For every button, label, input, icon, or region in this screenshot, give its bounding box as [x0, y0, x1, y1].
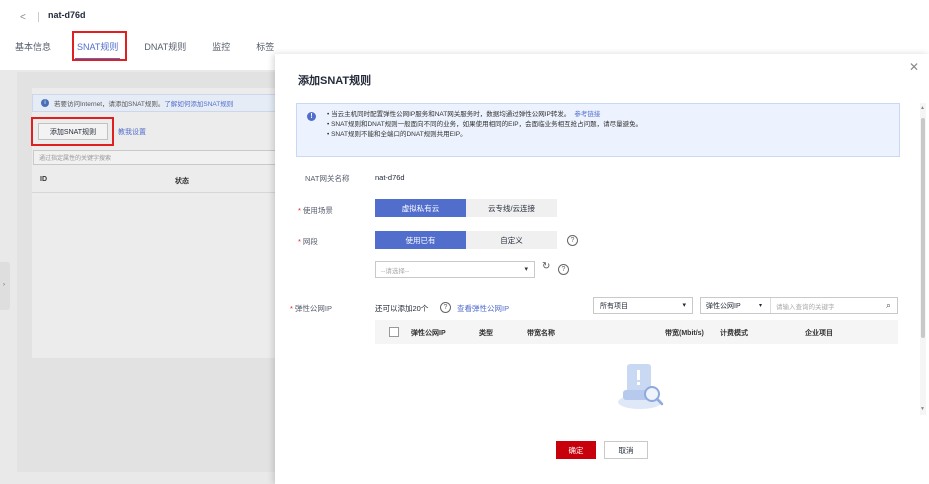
tab-dnat-rules[interactable]: DNAT规则: [142, 38, 188, 55]
column-header-id: ID: [40, 176, 47, 183]
eip-search-combo: 弹性公网IP ▾ 请输入查询的关键字 ⌕: [700, 297, 898, 314]
caret-down-icon: ▾: [682, 302, 686, 309]
close-icon[interactable]: ✕: [909, 60, 919, 74]
info-banner: i 若要访问Internet，请添加SNAT规则。 了解如何添加SNAT规则: [32, 94, 280, 112]
eip-quota-text: 还可以添加20个: [375, 304, 429, 313]
collapse-handle[interactable]: ›: [0, 262, 10, 310]
notice-line-3: SNAT规则不能和全端口的DNAT规则共用EIP。: [327, 130, 642, 140]
scene-label: * 使用场景: [298, 206, 333, 215]
search-icon[interactable]: ⌕: [886, 300, 891, 311]
subnet-label: * 网段: [298, 237, 318, 246]
chevron-left-icon[interactable]: <: [20, 12, 26, 23]
info-icon: i: [41, 99, 49, 107]
tab-monitor[interactable]: 监控: [210, 38, 232, 55]
subnet-option-custom[interactable]: 自定义: [466, 231, 557, 249]
cancel-button[interactable]: 取消: [604, 441, 648, 459]
highlight-box-tab: [72, 31, 127, 61]
refresh-icon[interactable]: ↻: [542, 261, 550, 272]
gateway-name-value: nat-d76d: [375, 173, 405, 182]
highlight-box-add: [31, 117, 114, 146]
gateway-name-label: NAT网关名称: [305, 174, 350, 183]
select-all-checkbox[interactable]: [389, 327, 399, 337]
project-select[interactable]: 所有项目 ▾: [593, 297, 693, 314]
eip-label: * 弹性公网IP: [290, 304, 333, 313]
col-eip: 弹性公网IP: [411, 330, 446, 337]
filter-key-select[interactable]: 弹性公网IP ▾: [701, 298, 771, 313]
scene-option-vpc[interactable]: 虚拟私有云: [375, 199, 466, 217]
page-title: nat-d76d: [48, 10, 86, 20]
col-bandwidth: 带宽(Mbit/s): [665, 330, 704, 337]
scene-option-direct-connect[interactable]: 云专线/云连接: [466, 199, 557, 217]
col-enterprise-project: 企业项目: [805, 330, 833, 337]
caret-down-icon: ▾: [524, 266, 528, 273]
col-type: 类型: [479, 330, 493, 337]
dialog-title: 添加SNAT规则: [298, 75, 372, 87]
chevron-right-icon: ›: [3, 282, 5, 288]
notice-alert: ! 当云主机同时配置弹性公网IP服务和NAT网关服务时，数据均通过弹性公网IP转…: [296, 103, 900, 157]
tab-bar: 基本信息 SNAT规则 DNAT规则 监控 标签: [13, 38, 298, 60]
reference-link[interactable]: 参考链接: [574, 111, 600, 118]
tab-tags[interactable]: 标签: [254, 38, 276, 55]
help-icon[interactable]: ?: [440, 302, 451, 313]
scrollbar[interactable]: ▲ ▼: [920, 103, 926, 415]
tab-basic-info[interactable]: 基本信息: [13, 38, 53, 55]
scrollbar-thumb[interactable]: [921, 118, 925, 338]
col-billing-mode: 计费模式: [720, 330, 748, 337]
scroll-down-icon[interactable]: ▼: [920, 406, 925, 412]
view-eip-link[interactable]: 查看弹性公网IP: [457, 303, 509, 314]
info-icon: !: [307, 112, 316, 121]
confirm-button[interactable]: 确定: [556, 441, 596, 459]
notice-line-2: SNAT规则和DNAT规则一般面向不同的业务，如果使用相同的EIP，会面临业务相…: [327, 120, 642, 130]
subnet-segmented-control: 使用已有 自定义: [375, 231, 557, 249]
scroll-up-icon[interactable]: ▲: [920, 105, 925, 111]
column-header-status: 状态: [175, 178, 189, 185]
search-input[interactable]: 通过指定属性的关键字搜索: [33, 150, 281, 165]
table-divider: [32, 192, 282, 193]
eip-table-header: 弹性公网IP 类型 带宽名称 带宽(Mbit/s) 计费模式 企业项目: [375, 320, 898, 344]
subnet-select[interactable]: --请选择-- ▾: [375, 261, 535, 278]
notice-line-1: 当云主机同时配置弹性公网IP服务和NAT网关服务时，数据均通过弹性公网IP转发。…: [327, 110, 642, 120]
add-snat-rule-dialog: 添加SNAT规则 ✕ ! 当云主机同时配置弹性公网IP服务和NAT网关服务时，数…: [275, 54, 929, 484]
empty-data-illustration: [618, 364, 664, 409]
col-bandwidth-name: 带宽名称: [527, 330, 555, 337]
help-icon[interactable]: ?: [558, 264, 569, 275]
help-icon[interactable]: ?: [567, 235, 578, 246]
eip-search-input[interactable]: 请输入查询的关键字: [771, 301, 897, 311]
subnet-option-existing[interactable]: 使用已有: [375, 231, 466, 249]
tutorial-link[interactable]: 教我设置: [118, 127, 146, 137]
caret-down-icon: ▾: [758, 303, 762, 309]
info-link[interactable]: 了解如何添加SNAT规则: [164, 98, 233, 108]
scene-segmented-control: 虚拟私有云 云专线/云连接: [375, 199, 557, 217]
info-text: 若要访问Internet，请添加SNAT规则。: [54, 101, 165, 108]
divider: [38, 12, 39, 22]
